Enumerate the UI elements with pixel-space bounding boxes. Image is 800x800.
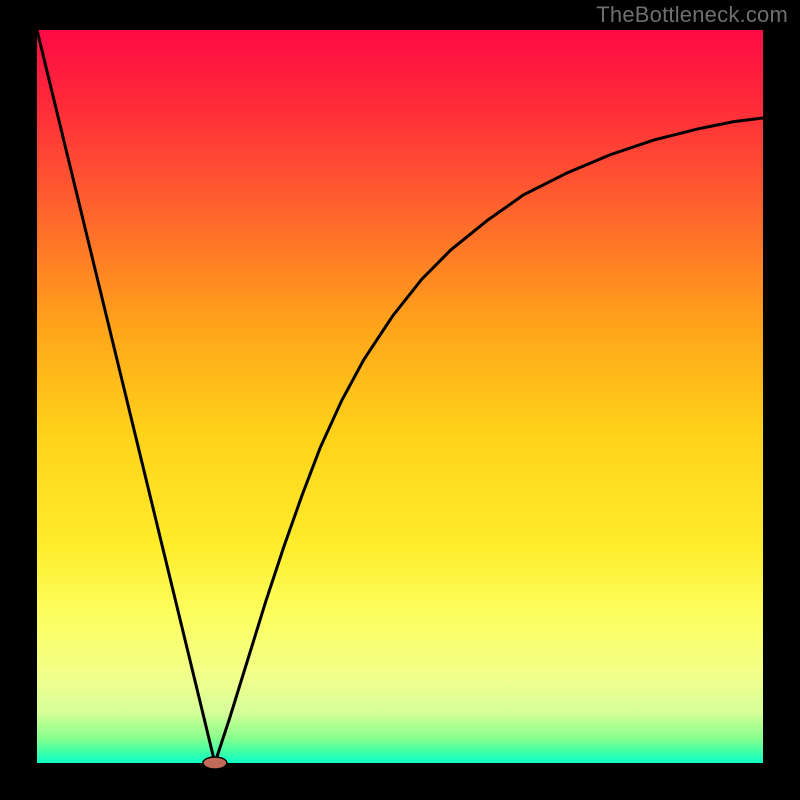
chart-svg: [0, 0, 800, 800]
optimal-point-marker: [203, 757, 227, 769]
chart-frame: TheBottleneck.com: [0, 0, 800, 800]
